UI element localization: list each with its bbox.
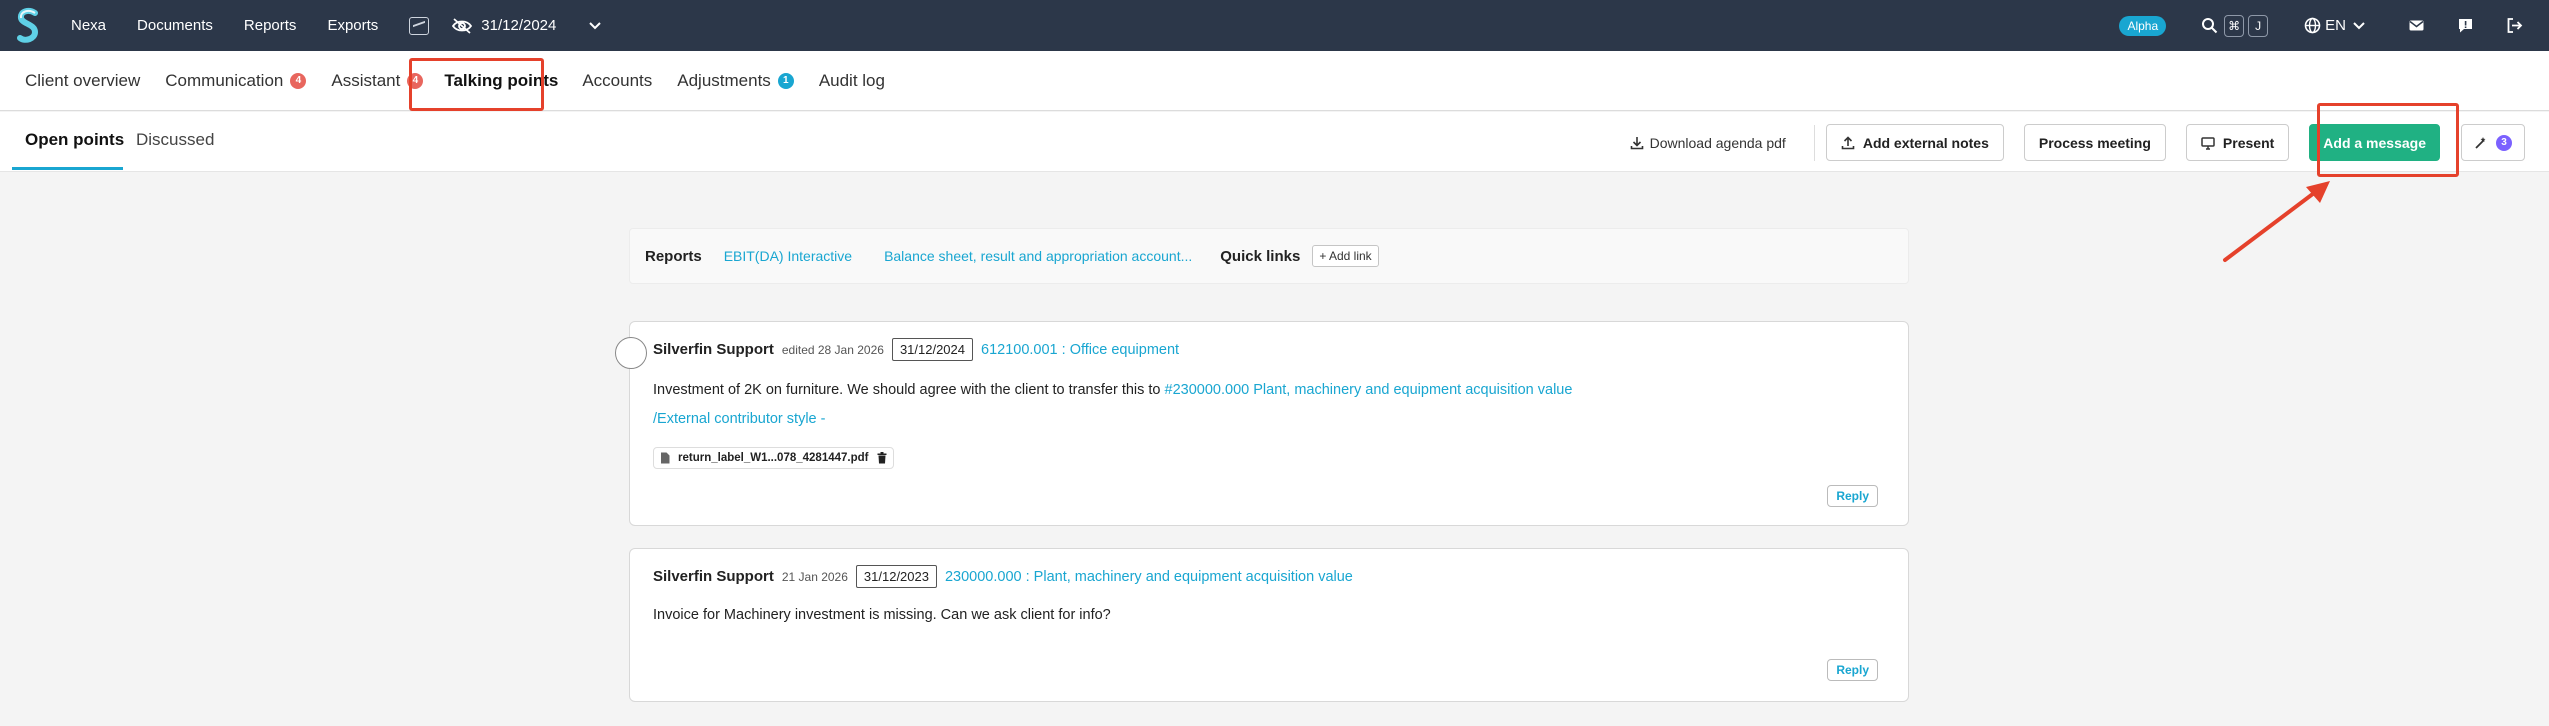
tab-label: Adjustments [677,70,771,90]
report-link-ebitda[interactable]: EBIT(DA) Interactive [724,248,852,264]
active-subtab-indicator [12,167,123,170]
message-card: Silverfin Support edited 28 Jan 2026 31/… [615,321,1909,526]
main-tabs: Client overview Communication 4 Assistant… [0,51,2549,111]
ai-assist-button[interactable]: 3 [2461,124,2525,161]
topbar-right: Alpha ⌘ J EN [2119,0,2549,51]
monitor-icon [2201,136,2215,150]
tab-label: Accounts [582,70,653,90]
eye-off-icon [452,17,473,34]
present-label: Present [2222,134,2275,151]
alpha-badge: Alpha [2119,15,2167,36]
message-card: Silverfin Support 21 Jan 2026 31/12/2023… [629,548,1909,702]
avatar [615,337,647,369]
silverfin-logo[interactable] [15,7,41,45]
tab-badge: 4 [290,72,307,89]
tab-client-overview[interactable]: Client overview [25,71,140,91]
attachment-filename: return_label_W1...078_4281447.pdf [678,452,869,464]
ai-badge: 3 [2496,134,2512,151]
quick-links-label: Quick links [1220,247,1301,265]
account-link[interactable]: 612100.001 : Office equipment [981,342,1179,358]
upload-icon [1841,135,1855,149]
tab-accounts[interactable]: Accounts [582,71,652,91]
divider [1813,124,1815,161]
subtabs-bar: Open points Discussed Download agenda pd… [0,112,2549,172]
globe-icon[interactable] [2304,17,2321,34]
trash-icon[interactable] [877,452,887,464]
reports-label: Reports [645,247,702,265]
download-label: Download agenda pdf [1649,134,1786,151]
download-icon [1630,136,1643,149]
chevron-down-icon[interactable] [588,19,602,33]
add-link-button[interactable]: + Add link [1312,245,1379,267]
nav-nexa[interactable]: Nexa [71,17,106,34]
message-meta: edited 28 Jan 2026 [781,342,884,357]
kbd-j: J [2248,14,2269,37]
message-author: Silverfin Support [653,341,774,358]
message-date: 31/12/2023 [855,565,937,588]
kbd-cmd: ⌘ [2224,14,2245,37]
tab-audit-log[interactable]: Audit log [819,71,885,91]
annotation-arrow [2223,181,2330,262]
message-body-line2: /External contributor style - [653,411,825,427]
message-author: Silverfin Support [653,568,774,585]
tab-label: Communication [165,70,284,90]
report-link-balance-sheet[interactable]: Balance sheet, result and appropriation … [884,248,1192,264]
language-chevron-icon[interactable] [2352,19,2366,33]
nav-documents[interactable]: Documents [137,17,213,34]
language-selector[interactable]: EN [2325,17,2346,34]
reply-button[interactable]: Reply [1827,659,1878,681]
nav-reports[interactable]: Reports [244,17,297,34]
top-navbar: Nexa Documents Reports Exports 31/12/202… [0,0,2549,51]
tab-label: Assistant [331,70,401,90]
subtab-open-points[interactable]: Open points [25,130,124,150]
message-text: Investment of 2K on furniture. We should… [653,382,1165,398]
mail-icon[interactable] [2408,17,2425,34]
logout-icon[interactable] [2506,17,2523,34]
contributor-style-link[interactable]: /External contributor style - [653,411,825,427]
reports-quicklinks-bar: Reports EBIT(DA) Interactive Balance she… [629,228,1909,284]
present-button[interactable]: Present [2185,124,2290,161]
message-header: Silverfin Support 21 Jan 2026 31/12/2023… [653,565,1353,588]
message-header: Silverfin Support edited 28 Jan 2026 31/… [653,338,1179,361]
add-external-notes-button[interactable]: Add external notes [1825,124,2004,161]
download-agenda-button[interactable]: Download agenda pdf [1630,135,1786,151]
account-reference-link[interactable]: #230000.000 Plant, machinery and equipme… [1165,382,1573,398]
message-date: 31/12/2024 [891,338,974,361]
reply-button[interactable]: Reply [1827,485,1878,507]
feedback-icon[interactable] [2457,17,2474,34]
tab-label: Client overview [25,70,141,90]
highlight-box-talking-points [409,58,544,111]
tab-label: Audit log [818,70,885,90]
magic-wand-icon [2475,136,2486,149]
file-icon [661,452,670,464]
highlight-box-add-message [2317,103,2459,177]
period-selector[interactable]: 31/12/2024 [451,17,556,34]
search-icon[interactable] [2201,17,2218,34]
process-meeting-button[interactable]: Process meeting [2023,124,2166,161]
subtab-discussed[interactable]: Discussed [136,130,214,150]
image-icon[interactable] [409,16,430,35]
attachment-chip[interactable]: return_label_W1...078_4281447.pdf [653,447,894,469]
tab-communication[interactable]: Communication 4 [165,70,307,91]
tab-badge: 1 [777,72,794,89]
nav-exports[interactable]: Exports [327,17,378,34]
tab-adjustments[interactable]: Adjustments 1 [677,71,794,91]
message-body: Investment of 2K on furniture. We should… [653,382,1572,398]
account-link[interactable]: 230000.000 : Plant, machinery and equipm… [945,569,1353,585]
external-notes-label: Add external notes [1862,134,1989,151]
message-meta: 21 Jan 2026 [781,569,848,584]
message-body: Invoice for Machinery investment is miss… [653,607,1111,623]
period-date: 31/12/2024 [481,17,557,34]
